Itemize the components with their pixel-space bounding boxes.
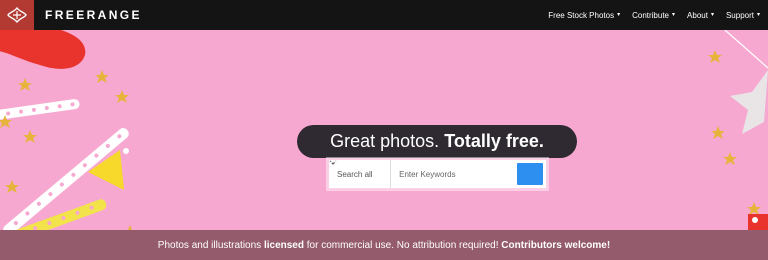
freerange-logo-icon[interactable] (0, 0, 34, 30)
top-navigation-bar: FREERANGE Free Stock Photos ▾ Contribute ▾… (0, 0, 768, 30)
nav-item-free-stock-photos[interactable]: Free Stock Photos ▾ (548, 11, 620, 20)
chevron-down-icon: ▾ (672, 12, 676, 18)
search-bar: Search all (329, 160, 546, 188)
brand-name[interactable]: FREERANGE (45, 8, 142, 22)
banner-contributors-link[interactable]: Contributors welcome! (501, 240, 610, 251)
nav-item-label: Support (725, 10, 754, 20)
license-banner: Photos and illustrations licensed for co… (0, 230, 768, 260)
headline-regular: Great photos. (330, 131, 440, 151)
nav-item-label: Free Stock Photos (548, 10, 615, 20)
search-button[interactable] (329, 160, 543, 185)
nav-item-label: About (687, 10, 708, 20)
search-input[interactable] (391, 160, 518, 188)
hero-headline: Great photos. Totally free. (297, 125, 577, 158)
search-icon (329, 160, 340, 171)
nav-item-about[interactable]: About ▾ (687, 11, 714, 20)
chevron-down-icon: ▾ (710, 12, 714, 18)
nav-item-support[interactable]: Support ▾ (726, 11, 760, 20)
nav-item-contribute[interactable]: Contribute ▾ (632, 11, 675, 20)
chevron-down-icon: ▾ (617, 12, 621, 18)
banner-text-1: Photos and illustrations (157, 239, 264, 251)
main-nav: Free Stock Photos ▾ Contribute ▾ About ▾ Su… (548, 0, 760, 30)
nav-item-label: Contribute (632, 10, 670, 20)
headline-bold: Totally free. (444, 131, 544, 151)
chevron-down-icon: ▾ (756, 12, 760, 18)
banner-text-2: for commercial use. No attribution requi… (303, 239, 502, 251)
search-scope-label: Search all (337, 169, 373, 179)
banner-licensed-link[interactable]: licensed (264, 240, 304, 251)
hero-section: Great photos. Totally free. Search all (0, 30, 768, 230)
